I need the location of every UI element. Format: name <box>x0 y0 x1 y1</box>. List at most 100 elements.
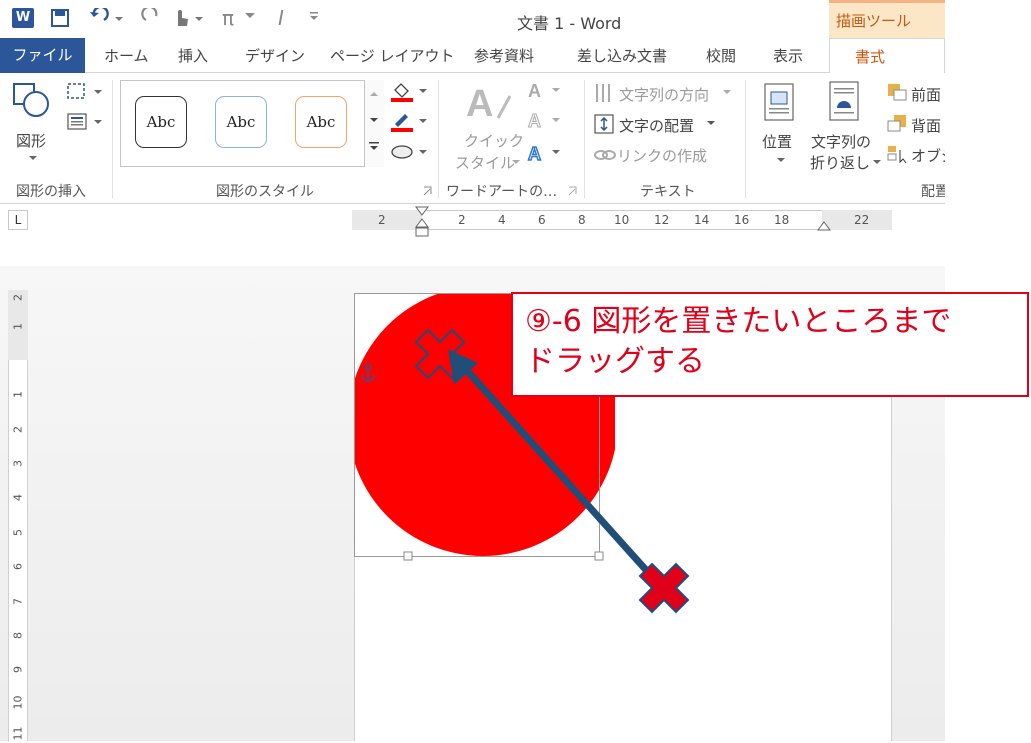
shape-effects-icon[interactable] <box>389 142 429 162</box>
svg-text:A: A <box>528 111 541 130</box>
tab-format[interactable]: 書式 <box>855 46 885 67</box>
align-text-icon[interactable] <box>593 113 617 135</box>
tab-references[interactable]: 参考資料 <box>474 45 534 66</box>
group-divider <box>438 80 439 198</box>
ruler-tick: 1 <box>11 323 25 330</box>
shape-style-sample-2[interactable]: Abc <box>215 96 267 148</box>
bring-forward-icon[interactable] <box>886 82 910 102</box>
quick-styles-label-2[interactable]: スタイル <box>455 152 515 173</box>
tab-page-layout[interactable]: ページ レイアウト <box>330 45 454 66</box>
text-direction-label[interactable]: 文字列の方向 <box>619 84 709 105</box>
wrap-text-label-1[interactable]: 文字列の <box>811 131 871 152</box>
redo-icon[interactable] <box>140 8 162 28</box>
ruler-tick: 2 <box>11 294 25 301</box>
group-divider <box>745 80 746 198</box>
touch-mode-icon[interactable] <box>170 6 206 30</box>
document-title: 文書 1 - Word <box>517 14 622 33</box>
quick-styles-label-1[interactable]: クイック <box>464 130 524 151</box>
chevron-down-icon <box>29 156 37 160</box>
dialog-launcher-icon[interactable] <box>568 186 578 196</box>
chevron-down-icon <box>873 160 881 164</box>
wrap-text-icon[interactable] <box>828 80 862 124</box>
text-fill-icon[interactable]: A <box>526 80 566 100</box>
ruler-tick: 11 <box>11 726 25 741</box>
wordart-quick-styles-icon[interactable]: A <box>462 80 514 130</box>
text-group-label: テキスト <box>640 184 696 200</box>
chevron-down-icon <box>245 13 255 18</box>
edit-shape-icon[interactable] <box>66 82 106 102</box>
svg-text:A: A <box>528 81 541 100</box>
tab-selector[interactable]: L <box>8 210 28 230</box>
ruler-tick: 10 <box>11 695 25 710</box>
svg-text:A: A <box>466 83 493 125</box>
right-indent-marker[interactable] <box>816 220 832 234</box>
shape-styles-group-label: 図形のスタイル <box>216 184 314 200</box>
ruler-tick: 7 <box>11 598 25 605</box>
word-icon[interactable]: W <box>12 8 34 28</box>
bring-forward-label[interactable]: 前面 <box>911 84 941 105</box>
ruler-tick: 4 <box>11 494 25 501</box>
shape-style-sample-1[interactable]: Abc <box>135 96 187 148</box>
indent-marker[interactable] <box>414 205 430 239</box>
tab-format-container <box>829 38 945 74</box>
anchor-icon <box>361 363 375 382</box>
selection-pane-icon[interactable] <box>886 144 910 164</box>
ruler-tick: 4 <box>498 213 506 227</box>
equation-icon[interactable]: π <box>222 6 234 30</box>
chevron-down-icon <box>707 121 715 125</box>
tab-review[interactable]: 校閲 <box>706 45 736 66</box>
create-link-label[interactable]: リンクの作成 <box>617 145 707 166</box>
tab-view[interactable]: 表示 <box>773 45 803 66</box>
callout-line-1: ⑨-6 図形を置きたいところまで <box>525 304 952 339</box>
ruler-tick: 16 <box>734 213 750 227</box>
send-backward-icon[interactable] <box>886 113 910 133</box>
shape-outline-icon[interactable] <box>389 110 429 134</box>
text-box-icon[interactable] <box>66 112 106 132</box>
tab-file[interactable]: ファイル <box>0 38 85 73</box>
position-label[interactable]: 位置 <box>762 131 792 152</box>
drawing-tools-label: 描画ツール <box>836 12 912 30</box>
link-icon[interactable] <box>593 145 617 165</box>
ruler-tick: 2 <box>11 426 25 433</box>
ruler-tick: 10 <box>614 213 630 227</box>
shapes-icon[interactable] <box>10 80 56 120</box>
align-text-label[interactable]: 文字の配置 <box>619 115 694 136</box>
dialog-launcher-icon[interactable] <box>423 186 433 196</box>
instruction-callout: ⑨-6 図形を置きたいところまで ドラッグする <box>511 292 1029 397</box>
italic-icon[interactable]: I <box>278 6 284 30</box>
text-outline-icon[interactable]: A <box>526 110 566 130</box>
tab-home[interactable]: ホーム <box>104 45 149 66</box>
wrap-text-label-2[interactable]: 折り返し <box>810 152 870 173</box>
text-direction-icon[interactable] <box>593 82 617 104</box>
undo-icon[interactable] <box>88 8 124 28</box>
ruler-tick: 1 <box>11 391 25 398</box>
ruler-tick: 8 <box>578 213 586 227</box>
ruler-tick: 6 <box>538 213 546 227</box>
ruler-tick: 14 <box>694 213 710 227</box>
customize-qat-icon[interactable] <box>308 10 320 24</box>
tab-insert[interactable]: 挿入 <box>178 45 208 66</box>
shape-fill-icon[interactable] <box>389 80 429 104</box>
tab-design[interactable]: デザイン <box>245 45 305 66</box>
ruler-tick: 18 <box>774 213 790 227</box>
tab-mailings[interactable]: 差し込み文書 <box>577 45 667 66</box>
position-icon[interactable] <box>763 82 797 122</box>
group-divider <box>584 80 585 198</box>
svg-text:A: A <box>528 144 541 164</box>
ruler-tick: 5 <box>11 529 25 536</box>
gallery-scroll-buttons[interactable] <box>366 86 382 162</box>
send-backward-label[interactable]: 背面 <box>911 115 941 136</box>
ruler-tick: 3 <box>11 460 25 467</box>
shape-style-sample-3[interactable]: Abc <box>295 96 347 148</box>
ruler-tick: 2 <box>378 213 386 227</box>
ruler-tick: 2 <box>458 213 466 227</box>
text-effects-icon[interactable]: A <box>526 142 566 164</box>
ruler-tick: 12 <box>654 213 670 227</box>
save-icon[interactable] <box>50 8 72 28</box>
chevron-down-icon <box>723 90 731 94</box>
drag-origin-cross-icon <box>638 562 690 614</box>
wordart-group-label: ワードアートの… <box>446 184 558 200</box>
ruler-tick: 22 <box>854 213 870 227</box>
shapes-button-label[interactable]: 図形 <box>16 130 46 151</box>
group-divider <box>112 80 113 198</box>
